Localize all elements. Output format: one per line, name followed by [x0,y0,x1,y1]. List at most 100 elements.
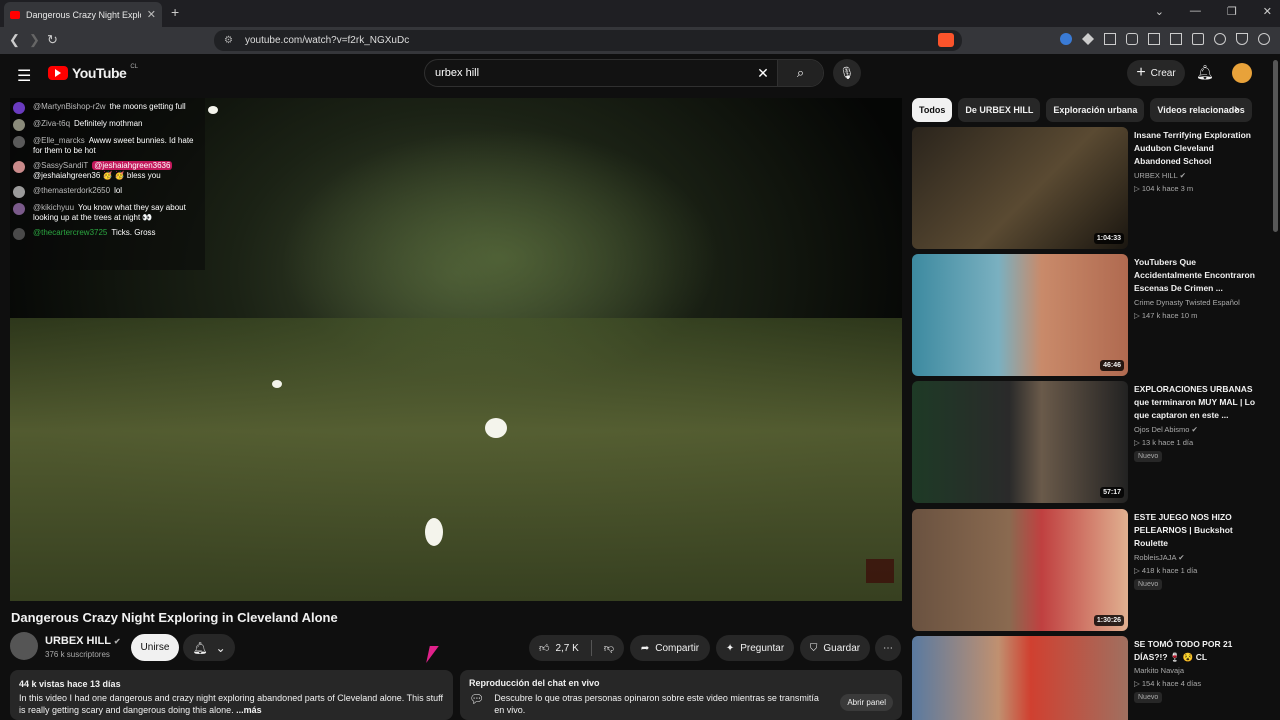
rec-channel: Markito Navaja [1134,666,1185,675]
video-thumbnail[interactable]: 46:46 [912,254,1128,376]
mouse-cursor-icon [426,646,439,663]
search-button[interactable]: ⌕ [777,60,823,86]
create-button[interactable]: + Crear [1127,60,1185,86]
verified-icon: ✔ [113,637,121,646]
avatar [13,136,25,148]
rec-title[interactable]: SE TOMÓ TODO POR 21 DÍAS?!? 🍷 😵 CL [1134,638,1262,664]
rec-channel-row[interactable]: Ojos Del Abismo ✔ [1134,425,1198,434]
youtube-logo[interactable]: YouTube CL [48,64,138,81]
address-bar-row: ❮ ❯ ↻ ⛉ ⚙ youtube.com/watch?v=f2rk_NGXuD… [0,27,1280,54]
page-scrollbar[interactable] [1271,54,1280,720]
notifications-bell-icon[interactable]: 🔔︎ [1196,64,1214,81]
close-tab-icon[interactable]: ✕ [147,8,156,21]
rec-title[interactable]: Insane Terrifying Exploration Audubon Cl… [1134,129,1262,168]
rec-channel-row[interactable]: RobleisJAJA ✔ [1134,553,1185,562]
open-panel-button[interactable]: Abrir panel [840,694,893,711]
views-icon: ▷ [1134,438,1140,447]
channel-watermark[interactable] [866,559,894,583]
recommended-video[interactable]: 46:46 YouTubers Que Accidentalmente Enco… [912,254,1272,377]
chat-message: @thecartercrew3725 Ticks. Gross [13,228,202,240]
chat-text: lol [114,186,123,195]
subscriber-count: 376 k suscriptores [45,650,110,659]
avatar [13,161,25,173]
recommended-video[interactable]: SE TOMÓ TODO POR 21 DÍAS?!? 🍷 😵 CL Marki… [912,636,1272,720]
join-button[interactable]: Unirse [131,634,179,661]
show-more-link[interactable]: ...más [236,705,262,715]
vpn-icon[interactable] [1258,33,1270,45]
search-input[interactable]: urbex hill [425,67,749,79]
puzzle-icon[interactable] [1126,33,1138,45]
brave-shields-icon[interactable] [938,33,954,47]
hamburger-menu-icon[interactable]: ☰ [17,66,31,86]
rec-channel-row[interactable]: URBEX HILL ✔ [1134,171,1186,180]
more-actions-button[interactable]: ⋯ [875,635,901,661]
extension-icon[interactable] [1082,33,1094,45]
rec-channel: RobleisJAJA [1134,553,1177,562]
dislike-button[interactable]: 👎︎ [604,642,614,654]
extension-icon[interactable] [1148,33,1160,45]
duration-badge: 46:46 [1100,360,1124,371]
site-info-icon[interactable]: ⚙ [224,35,233,46]
forward-icon[interactable]: ❯ [29,32,40,48]
chip-all[interactable]: Todos [912,98,953,122]
video-thumbnail[interactable]: 1:04:33 [912,127,1128,249]
search-bar: urbex hill ✕ ⌕ [424,59,824,87]
channel-name-row[interactable]: URBEX HILL ✔ [45,635,121,647]
like-button[interactable]: 👍︎ 2,7 K [539,642,579,655]
chat-message: @Elle_marcks Awww sweet bunnies. Id hate … [13,136,202,156]
rec-meta-row: ▷ 13 k hace 1 día [1134,438,1193,447]
rec-title[interactable]: EXPLORACIONES URBANAS que terminaron MUY… [1134,383,1262,422]
recommended-video[interactable]: 57:17 EXPLORACIONES URBANAS que terminar… [912,381,1272,504]
chip-urban-exploration[interactable]: Exploración urbana [1046,98,1145,122]
back-icon[interactable]: ❮ [9,32,20,48]
views-icon: ▷ [1134,184,1140,193]
video-foliage [10,318,902,601]
video-thumbnail[interactable]: 57:17 [912,381,1128,503]
url-bar[interactable]: ⚙ youtube.com/watch?v=f2rk_NGXuDc [214,30,962,51]
chat-mention: @jeshaiahgreen3636 [92,161,173,170]
ask-button[interactable]: ✦ Preguntar [716,635,794,661]
extension-icon[interactable] [1214,33,1226,45]
rec-title[interactable]: YouTubers Que Accidentalmente Encontraro… [1134,256,1262,295]
recommended-video[interactable]: 1:04:33 Insane Terrifying Exploration Au… [912,127,1272,250]
rec-meta: 13 k hace 1 día [1141,438,1194,447]
close-window-icon[interactable]: ✕ [1263,5,1272,18]
chat-message: @themasterdork2650 lol [13,186,202,198]
share-button[interactable]: ➦ Compartir [630,635,710,661]
save-button[interactable]: ⛉ Guardar [800,635,870,661]
video-flower [272,380,282,388]
rec-title[interactable]: ESTE JUEGO NOS HIZO PELEARNOS | Buckshot… [1134,511,1262,550]
maximize-icon[interactable]: ❐ [1227,5,1237,18]
rec-channel-row[interactable]: Markito Navaja [1134,666,1184,675]
browser-tab[interactable]: Dangerous Crazy Night Explo ✕ [4,2,162,27]
shield-icon[interactable] [1236,33,1248,45]
minimize-icon[interactable]: — [1190,5,1201,18]
new-tab-icon[interactable]: + [171,4,179,20]
chip-from-channel[interactable]: De URBEX HILL [958,98,1041,122]
chat-message: @MartynBishop-r2w the moons getting full [13,102,202,114]
wallet-icon[interactable] [1192,33,1204,45]
description-box[interactable]: 44 k vistas hace 13 días In this video I… [10,670,453,720]
avatar [13,203,25,215]
extension-icon[interactable] [1104,33,1116,45]
chevron-right-icon[interactable]: › [1234,100,1239,116]
subscription-bell-button[interactable]: 🔔︎ ⌄ [183,634,235,661]
reload-icon[interactable]: ↻ [47,32,58,48]
sidebar-icon[interactable] [1170,33,1182,45]
clear-search-icon[interactable]: ✕ [749,65,777,82]
recommended-video[interactable]: 1:30:26 ESTE JUEGO NOS HIZO PELEARNOS | … [912,509,1272,632]
scrollbar-thumb[interactable] [1273,60,1278,232]
account-avatar[interactable] [1232,63,1252,83]
video-thumbnail[interactable] [912,636,1128,720]
channel-avatar[interactable] [10,632,38,660]
like-count: 2,7 K [555,642,579,654]
views-icon: ▷ [1134,311,1140,320]
country-code: CL [130,64,138,70]
video-thumbnail[interactable]: 1:30:26 [912,509,1128,631]
duration-badge: 57:17 [1100,487,1124,498]
rec-channel-row[interactable]: Crime Dynasty Twisted Español [1134,298,1240,307]
chat-overlay: @MartynBishop-r2w the moons getting full … [10,98,205,270]
extension-icon[interactable] [1060,33,1072,45]
voice-search-button[interactable]: 🎙 [833,59,861,87]
tab-search-icon[interactable]: ⌄ [1155,5,1164,18]
